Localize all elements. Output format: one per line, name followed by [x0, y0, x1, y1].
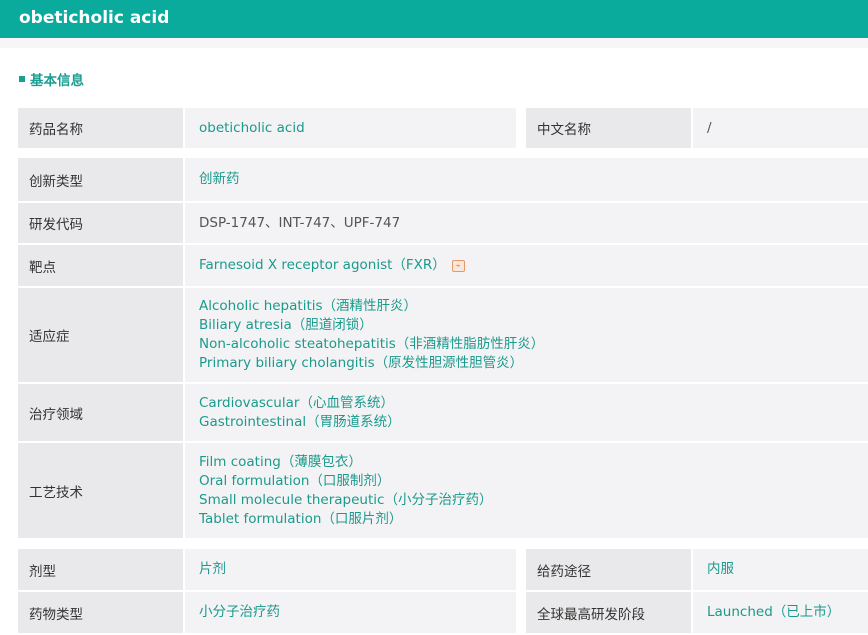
table-row: 创新类型 创新药: [18, 158, 868, 203]
basic-info-table: 创新类型 创新药 研发代码 DSP-1747、INT-747、UPF-747 靶…: [18, 158, 868, 540]
section-title: 基本信息: [19, 69, 84, 89]
field-label: 药物类型: [18, 592, 185, 633]
drug-name-link[interactable]: obeticholic acid: [185, 108, 516, 148]
indication-link[interactable]: Alcoholic hepatitis（酒精性肝炎）: [199, 297, 868, 316]
indications-list: Alcoholic hepatitis（酒精性肝炎） Biliary atres…: [185, 288, 868, 382]
section-title-text: 基本信息: [30, 73, 84, 89]
table-row: 治疗领域 Cardiovascular（心血管系统） Gastrointesti…: [18, 384, 868, 443]
form-value[interactable]: 片剂: [185, 549, 516, 590]
table-row: 适应症 Alcoholic hepatitis（酒精性肝炎） Biliary a…: [18, 288, 868, 384]
drug-type-value[interactable]: 小分子治疗药: [185, 592, 516, 633]
table-row: 工艺技术 Film coating（薄膜包衣） Oral formulation…: [18, 443, 868, 540]
field-label: 全球最高研发阶段: [526, 592, 693, 633]
table-row: 药品名称 obeticholic acid 中文名称 /: [18, 108, 868, 150]
basic-info-bottom-table: 剂型 片剂 给药途径 内服 药物类型 小分子治疗药 全球最高研发阶段 Launc…: [18, 549, 868, 635]
areas-list: Cardiovascular（心血管系统） Gastrointestinal（胃…: [185, 384, 868, 441]
field-label: 创新类型: [18, 158, 185, 201]
innovation-type-value[interactable]: 创新药: [185, 158, 868, 201]
field-label: 中文名称: [526, 108, 693, 148]
codes-value: DSP-1747、INT-747、UPF-747: [185, 203, 868, 243]
field-label: 给药途径: [526, 549, 693, 590]
field-label: 治疗领域: [18, 384, 185, 441]
stage-value[interactable]: Launched（已上市）: [693, 592, 868, 633]
tech-link[interactable]: Oral formulation（口服制剂）: [199, 472, 868, 491]
field-value: /: [693, 108, 868, 148]
indication-link[interactable]: Primary biliary cholangitis（原发性胆源性胆管炎）: [199, 354, 868, 373]
field-label: 工艺技术: [18, 443, 185, 538]
table-row: 靶点 Farnesoid X receptor agonist（FXR） ⌁: [18, 245, 868, 288]
tech-link[interactable]: Small molecule therapeutic（小分子治疗药）: [199, 491, 868, 510]
tech-link[interactable]: Film coating（薄膜包衣）: [199, 453, 868, 472]
page-title: obeticholic acid: [0, 0, 868, 38]
tech-link[interactable]: Tablet formulation（口服片剂）: [199, 510, 868, 529]
header-divider: [0, 38, 868, 48]
field-label: 适应症: [18, 288, 185, 382]
table-row: 研发代码 DSP-1747、INT-747、UPF-747: [18, 203, 868, 245]
square-bullet-icon: [19, 76, 25, 82]
field-label: 药品名称: [18, 108, 185, 148]
target-link[interactable]: Farnesoid X receptor agonist（FXR）: [199, 256, 446, 275]
external-link-icon[interactable]: ⌁: [451, 259, 465, 272]
target-value: Farnesoid X receptor agonist（FXR） ⌁: [185, 245, 868, 286]
area-link[interactable]: Gastrointestinal（胃肠道系统）: [199, 413, 868, 432]
field-label: 剂型: [18, 549, 185, 590]
field-label: 研发代码: [18, 203, 185, 243]
indication-link[interactable]: Biliary atresia（胆道闭锁）: [199, 316, 868, 335]
area-link[interactable]: Cardiovascular（心血管系统）: [199, 394, 868, 413]
route-value[interactable]: 内服: [693, 549, 868, 590]
indication-link[interactable]: Non-alcoholic steatohepatitis（非酒精性脂肪性肝炎）: [199, 335, 868, 354]
table-row: 药物类型 小分子治疗药 全球最高研发阶段 Launched（已上市）: [18, 592, 868, 635]
basic-info-top-table: 药品名称 obeticholic acid 中文名称 /: [18, 108, 868, 150]
field-label: 靶点: [18, 245, 185, 286]
table-row: 剂型 片剂 给药途径 内服: [18, 549, 868, 592]
tech-list: Film coating（薄膜包衣） Oral formulation（口服制剂…: [185, 443, 868, 538]
